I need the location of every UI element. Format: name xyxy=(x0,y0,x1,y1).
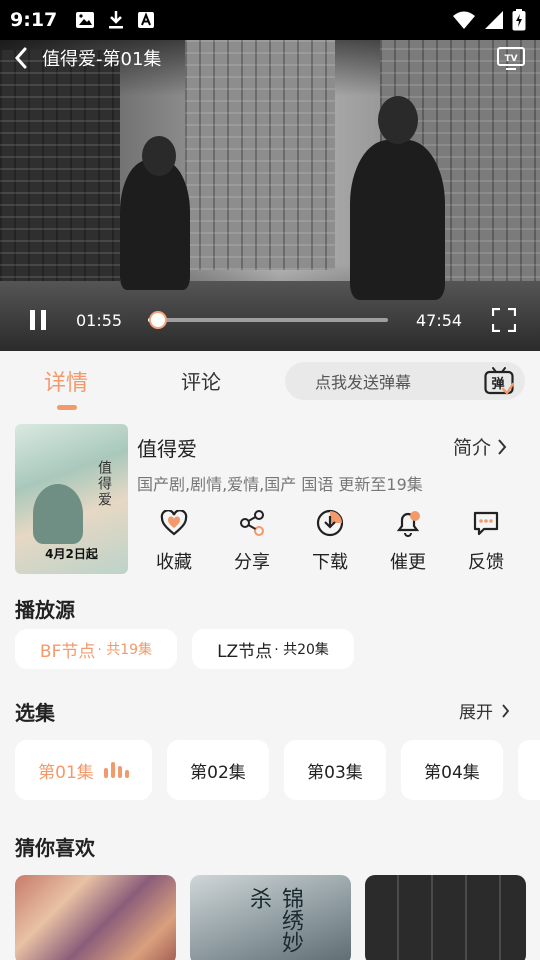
source-name: BF节点 xyxy=(39,641,96,662)
episode-label: 第03集 xyxy=(307,762,363,783)
expand-episodes-link[interactable]: 展开 xyxy=(459,698,510,723)
favorite-label: 收藏 xyxy=(156,552,192,573)
tab-comments[interactable]: 评论 xyxy=(181,366,221,395)
recommendation-card[interactable]: 锦绣妙杀 xyxy=(190,875,351,960)
video-frame-head-left xyxy=(142,136,176,176)
download-status-icon xyxy=(109,11,124,29)
episode-chip[interactable]: 第03集 xyxy=(284,740,386,800)
total-time: 47:54 xyxy=(416,310,463,330)
progress-thumb[interactable] xyxy=(148,311,167,329)
episode-chip-partial[interactable] xyxy=(518,740,540,800)
battery-icon xyxy=(512,9,526,31)
source-name: LZ节点 xyxy=(217,641,273,662)
wifi-icon xyxy=(453,11,475,29)
episodes-title: 选集 xyxy=(15,701,55,725)
download-label: 下载 xyxy=(312,552,348,573)
now-playing-icon xyxy=(103,762,129,778)
recommendation-title: 锦绣妙杀 xyxy=(246,887,303,953)
video-player[interactable]: 值得爱-第01集 TV 01:55 47:54 xyxy=(0,40,540,351)
heart-icon xyxy=(160,510,188,536)
poster-date: 4月2日起 xyxy=(45,547,98,561)
favorite-button[interactable]: 收藏 xyxy=(135,508,213,574)
status-notification-icons xyxy=(75,10,155,30)
feedback-button[interactable]: 反馈 xyxy=(447,508,525,574)
share-icon xyxy=(240,510,264,536)
image-icon xyxy=(76,12,95,28)
status-bar: 9:17 xyxy=(0,0,540,40)
video-frame-building-left xyxy=(0,50,120,290)
player-top-bar: 值得爱-第01集 TV xyxy=(0,40,540,76)
player-title: 值得爱-第01集 xyxy=(42,49,162,70)
intro-label: 简介 xyxy=(453,437,492,459)
episode-label: 第02集 xyxy=(190,762,246,783)
tv-cast-icon[interactable]: TV xyxy=(496,45,526,71)
source-count: · 共19集 xyxy=(97,642,153,658)
episode-label: 第04集 xyxy=(424,762,480,783)
share-label: 分享 xyxy=(234,552,270,573)
recommendation-card[interactable] xyxy=(15,875,176,960)
bell-icon xyxy=(396,511,420,537)
source-chip-bf[interactable]: BF节点 · 共19集 xyxy=(15,629,177,669)
progress-slider[interactable] xyxy=(148,311,388,329)
danmaku-placeholder: 点我发送弹幕 xyxy=(315,373,412,392)
episode-chip[interactable]: 第01集 xyxy=(15,740,152,800)
tab-details[interactable]: 详情 xyxy=(44,365,88,397)
player-controls: 01:55 47:54 xyxy=(0,302,540,338)
download-icon xyxy=(316,509,344,537)
chevron-right-icon xyxy=(502,703,510,718)
signal-icon xyxy=(485,11,503,29)
video-frame-person-left xyxy=(120,160,190,290)
sources-title: 播放源 xyxy=(15,598,75,622)
action-bar: 收藏 分享 下载 催更 反馈 xyxy=(135,508,540,574)
pause-button[interactable] xyxy=(24,306,52,334)
episode-chip[interactable]: 第04集 xyxy=(401,740,503,800)
feedback-icon xyxy=(473,511,499,536)
fullscreen-icon[interactable] xyxy=(492,308,516,332)
font-icon xyxy=(138,12,155,28)
source-chip-lz[interactable]: LZ节点 · 共20集 xyxy=(192,629,354,669)
svg-text:TV: TV xyxy=(504,54,517,64)
chevron-right-icon xyxy=(498,438,507,455)
poster-title-text: 值得爱 xyxy=(96,460,112,508)
intro-link[interactable]: 简介 xyxy=(453,433,507,460)
danmaku-toggle-icon[interactable]: 弹 xyxy=(483,365,515,397)
status-system-icons xyxy=(452,9,526,31)
tab-active-indicator xyxy=(57,405,77,410)
current-time: 01:55 xyxy=(76,310,123,330)
show-meta: 国产剧,剧情,爱情,国产 国语 更新至19集 xyxy=(137,475,423,494)
detail-tabs: 详情 评论 点我发送弹幕 弹 xyxy=(0,351,540,415)
remind-update-label: 催更 xyxy=(390,552,426,573)
back-arrow-icon[interactable] xyxy=(14,47,28,69)
pause-icon xyxy=(30,310,46,330)
source-count: · 共20集 xyxy=(274,642,329,658)
episode-chip[interactable]: 第02集 xyxy=(167,740,269,800)
show-poster[interactable]: 值得爱 4月2日起 xyxy=(15,424,128,574)
episode-label: 第01集 xyxy=(38,762,94,783)
feedback-label: 反馈 xyxy=(468,552,504,573)
video-frame-person-right xyxy=(350,140,445,300)
video-frame-head-right xyxy=(378,96,418,144)
poster-figure xyxy=(33,484,83,544)
recommendations-title: 猜你喜欢 xyxy=(15,836,95,860)
remind-update-button[interactable]: 催更 xyxy=(369,508,447,574)
recommendation-card[interactable] xyxy=(365,875,526,960)
show-title: 值得爱 xyxy=(137,437,197,461)
share-button[interactable]: 分享 xyxy=(213,508,291,574)
download-button[interactable]: 下载 xyxy=(291,508,369,574)
expand-label: 展开 xyxy=(459,703,493,723)
danmaku-input[interactable]: 点我发送弹幕 弹 xyxy=(285,362,525,400)
status-time: 9:17 xyxy=(10,9,58,31)
